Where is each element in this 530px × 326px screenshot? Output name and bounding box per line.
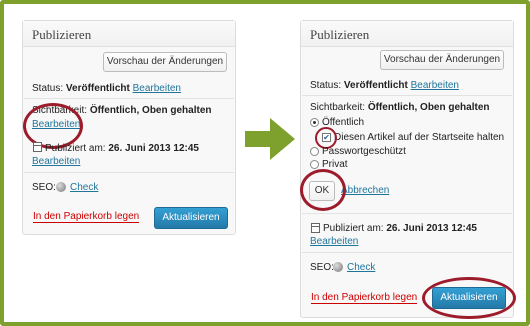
calendar-icon xyxy=(33,142,42,152)
published-edit-link[interactable]: Bearbeiten xyxy=(310,236,358,247)
status-value: Veröffentlicht xyxy=(343,80,408,91)
radio-public[interactable] xyxy=(310,118,319,127)
visibility-label: Sichtbarkeit: xyxy=(310,102,366,113)
published-value: 26. Juni 2013 12:45 xyxy=(386,223,477,234)
visibility-row: Sichtbarkeit: Öffentlich, Oben gehalten xyxy=(310,102,490,113)
status-value: Veröffentlicht xyxy=(65,83,130,94)
trash-link[interactable]: In den Papierkorb legen xyxy=(33,211,140,223)
preview-changes-button[interactable]: Vorschau der Änderungen xyxy=(380,50,504,70)
calendar-icon xyxy=(311,223,320,233)
visibility-value: Öffentlich, Oben gehalten xyxy=(89,105,212,116)
trash-link[interactable]: In den Papierkorb legen xyxy=(311,292,418,304)
status-label: Status: xyxy=(32,83,64,94)
radio-password-label: Passwortgeschützt xyxy=(322,146,406,157)
seo-check-link[interactable]: Check xyxy=(70,182,98,193)
highlight-circle xyxy=(300,169,346,211)
divider xyxy=(24,172,234,173)
highlight-circle xyxy=(422,277,516,319)
seo-label: SEO: xyxy=(310,262,334,273)
preview-changes-button[interactable]: Vorschau der Änderungen xyxy=(103,52,227,72)
radio-private[interactable] xyxy=(310,160,319,169)
published-value: 26. Juni 2013 12:45 xyxy=(108,143,199,154)
seo-check-link[interactable]: Check xyxy=(347,262,375,273)
seo-row: SEO: xyxy=(32,182,56,193)
divider xyxy=(302,95,512,96)
status-label: Status: xyxy=(310,80,342,91)
status-row: Status: Veröffentlicht Bearbeiten xyxy=(32,83,181,94)
radio-password[interactable] xyxy=(310,147,319,156)
seo-row: SEO: xyxy=(310,262,334,273)
divider xyxy=(302,213,512,214)
seo-label: SEO: xyxy=(32,182,56,193)
published-row: Publiziert am: 26. Juni 2013 12:45 xyxy=(45,143,199,154)
globe-icon xyxy=(333,262,343,272)
divider xyxy=(302,252,512,253)
publish-box-title: Publizieren xyxy=(23,21,235,47)
status-row: Status: Veröffentlicht Bearbeiten xyxy=(310,80,459,91)
status-edit-link[interactable]: Bearbeiten xyxy=(133,83,181,94)
arrow-right-icon xyxy=(245,118,295,160)
publish-box-title: Publizieren xyxy=(301,21,513,47)
sticky-checkbox-label: Diesen Artikel auf der Startseite halten xyxy=(334,132,505,143)
cancel-link[interactable]: Abbrechen xyxy=(341,185,389,196)
published-label: Publiziert am: xyxy=(45,143,106,154)
update-button[interactable]: Aktualisieren xyxy=(154,207,228,229)
published-edit-link[interactable]: Bearbeiten xyxy=(32,156,80,167)
divider xyxy=(24,98,234,99)
status-edit-link[interactable]: Bearbeiten xyxy=(411,80,459,91)
published-row: Publiziert am: 26. Juni 2013 12:45 xyxy=(323,223,477,234)
globe-icon xyxy=(56,182,66,192)
published-label: Publiziert am: xyxy=(323,223,384,234)
visibility-value: Öffentlich, Oben gehalten xyxy=(367,102,490,113)
